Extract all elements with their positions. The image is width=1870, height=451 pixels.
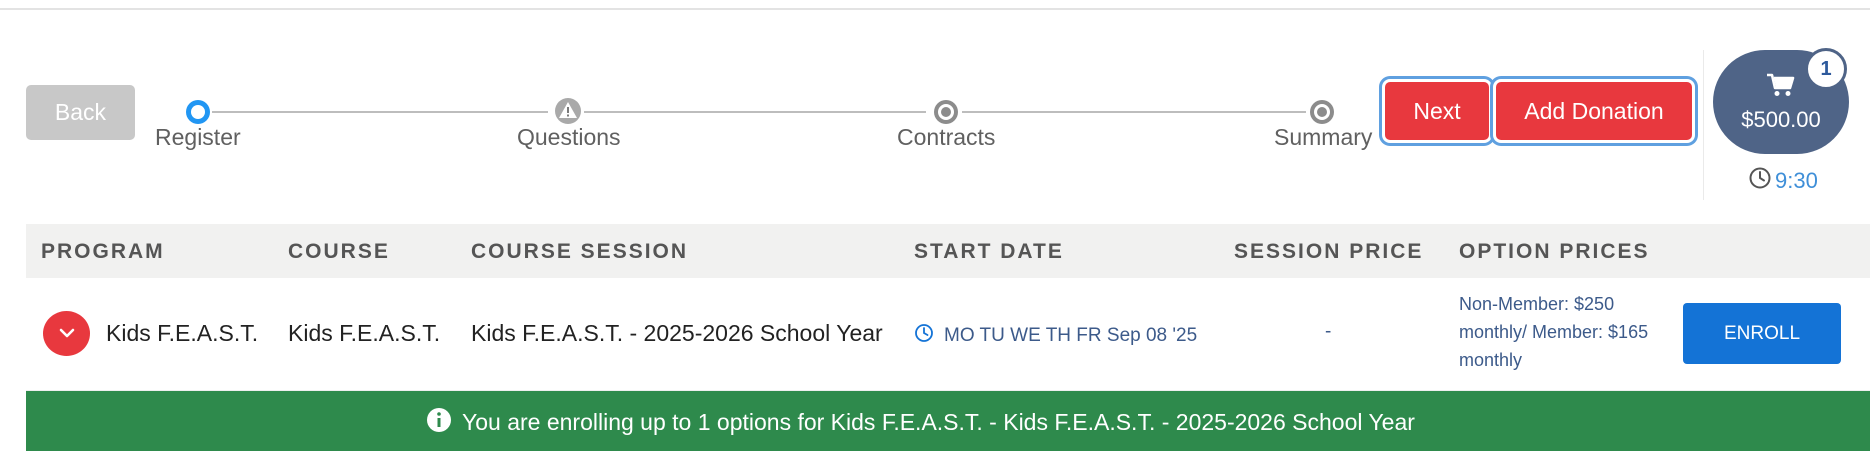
- cell-program: Kids F.E.A.S.T.: [106, 320, 259, 346]
- timer-value: 9:30: [1775, 167, 1818, 193]
- column-header-program: PROGRAM: [41, 240, 165, 263]
- step-connector: [584, 111, 926, 113]
- cell-option-prices: Non-Member: $250 monthly/ Member: $165 m…: [1459, 294, 1649, 370]
- chevron-down-icon: [59, 325, 75, 343]
- column-header-start-date: START DATE: [914, 240, 1064, 263]
- cell-course: Kids F.E.A.S.T.: [288, 320, 441, 346]
- step-summary-label: Summary: [1274, 124, 1373, 150]
- clock-icon: [1748, 166, 1772, 195]
- back-button[interactable]: Back: [26, 85, 135, 140]
- top-divider: [0, 8, 1870, 10]
- next-button[interactable]: Next: [1385, 82, 1489, 140]
- step-summary-pending-icon: [1308, 98, 1336, 126]
- enroll-button[interactable]: ENROLL: [1683, 303, 1841, 364]
- session-timer: 9:30: [1748, 166, 1818, 195]
- add-donation-button[interactable]: Add Donation: [1496, 82, 1692, 140]
- cell-session-price: -: [1325, 321, 1332, 342]
- step-register-current-icon: [184, 98, 212, 126]
- step-contracts-label: Contracts: [897, 124, 996, 150]
- cell-start-date: MO TU WE TH FR Sep 08 '25: [914, 323, 1197, 348]
- clock-icon: [914, 323, 934, 348]
- info-icon: [426, 407, 452, 438]
- step-connector: [212, 111, 548, 113]
- expand-row-button[interactable]: [43, 311, 90, 356]
- start-date-text: MO TU WE TH FR Sep 08 '25: [944, 324, 1198, 346]
- step-questions-label: Questions: [517, 124, 621, 150]
- cart-icon: [1766, 72, 1796, 103]
- banner-text: You are enrolling up to 1 options for Ki…: [462, 409, 1415, 435]
- step-register-label: Register: [155, 124, 241, 150]
- enrollment-info-banner: You are enrolling up to 1 options for Ki…: [26, 391, 1870, 451]
- column-header-option-prices: OPTION PRICES: [1459, 240, 1650, 263]
- cart-count-badge: 1: [1805, 48, 1847, 90]
- step-connector: [962, 111, 1306, 113]
- column-header-course: COURSE: [288, 240, 390, 263]
- cell-course-session: Kids F.E.A.S.T. - 2025-2026 School Year: [471, 320, 883, 346]
- column-header-course-session: COURSE SESSION: [471, 240, 689, 263]
- step-contracts-pending-icon: [932, 98, 960, 126]
- column-header-session-price: SESSION PRICE: [1234, 240, 1424, 263]
- cart-total: $500.00: [1741, 106, 1821, 132]
- cart-divider: [1703, 50, 1704, 200]
- step-questions-warning-icon: [554, 97, 582, 125]
